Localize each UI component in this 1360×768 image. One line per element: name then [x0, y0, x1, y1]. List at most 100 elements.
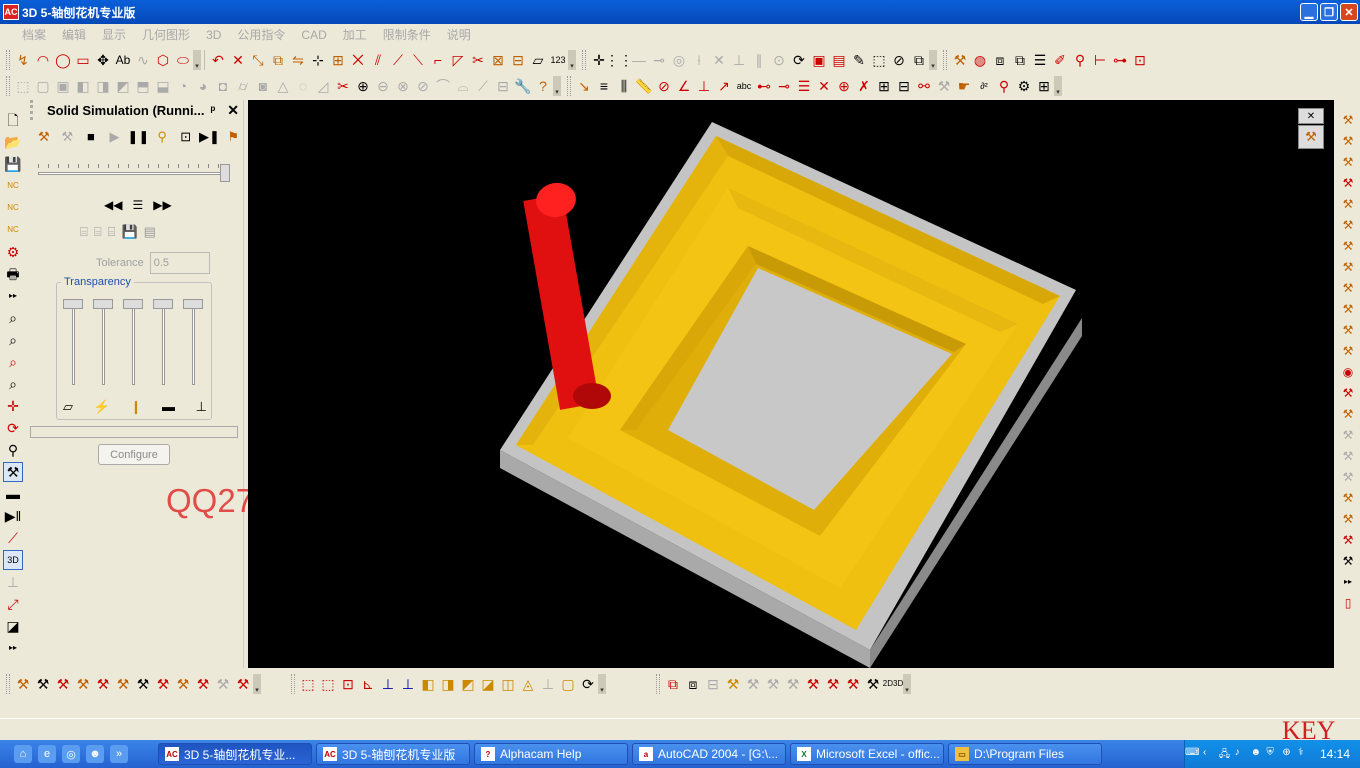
- pan-view-icon[interactable]: ✛: [3, 396, 23, 416]
- axis-xyz-icon[interactable]: ⊥: [378, 674, 398, 694]
- tool-view-icon[interactable]: ⚲: [152, 126, 172, 146]
- fillet-3d-icon[interactable]: ⌒: [433, 76, 453, 96]
- pointer-icon[interactable]: ☛: [954, 76, 974, 96]
- transparency-slider-fixture[interactable]: [153, 299, 173, 389]
- view-orbit-icon[interactable]: ⟳: [578, 674, 598, 694]
- network-icon[interactable]: 🖧: [1219, 747, 1231, 761]
- zoom-all-icon[interactable]: ⌕: [3, 308, 23, 328]
- lines-icon[interactable]: ☰: [1030, 50, 1050, 70]
- sphere-icon[interactable]: ◙: [253, 76, 273, 96]
- window-disabled-1-icon[interactable]: ⚒: [743, 674, 763, 694]
- transparency-slider-stock[interactable]: [63, 299, 83, 389]
- move-icon[interactable]: ⤡: [248, 50, 268, 70]
- surface-icon[interactable]: ◩: [113, 76, 133, 96]
- undo-icon[interactable]: ↶: [208, 50, 228, 70]
- measure-icon[interactable]: ⊘: [889, 50, 909, 70]
- dim-text-icon[interactable]: abc: [734, 76, 754, 96]
- shell-icon[interactable]: ⊘: [413, 76, 433, 96]
- browser-icon[interactable]: ◎: [62, 745, 80, 763]
- trim-icon[interactable]: ⨉: [348, 50, 368, 70]
- toolbar-grip[interactable]: [291, 674, 295, 694]
- delete-icon[interactable]: ✕: [228, 50, 248, 70]
- axis-up-icon[interactable]: ⊥: [398, 674, 418, 694]
- update-icon[interactable]: ⊕: [1282, 747, 1294, 761]
- help-icon[interactable]: ?: [533, 76, 553, 96]
- scale-view-icon[interactable]: ⤢: [3, 594, 23, 614]
- polyline-icon[interactable]: ↯: [13, 50, 33, 70]
- view-left-icon[interactable]: ◩: [458, 674, 478, 694]
- op-10-icon[interactable]: ⚒: [193, 674, 213, 694]
- copy-layer-icon[interactable]: ⧉: [909, 50, 929, 70]
- cube-iso-icon[interactable]: ◨: [93, 76, 113, 96]
- line-tool-icon[interactable]: ⟋: [3, 528, 23, 548]
- open-file-icon[interactable]: 📂: [3, 132, 23, 152]
- op-4-icon[interactable]: ⚒: [73, 674, 93, 694]
- dim-aligned-icon[interactable]: ≡: [594, 76, 614, 96]
- zoom-in-icon[interactable]: ⌕: [3, 352, 23, 372]
- sort-icon[interactable]: ⊞: [1034, 76, 1054, 96]
- volume-icon[interactable]: ♪: [1235, 747, 1247, 761]
- view-axis-icon[interactable]: ⊥: [538, 674, 558, 694]
- window-op-4-icon[interactable]: ⚒: [863, 674, 883, 694]
- window-op-2-icon[interactable]: ⚒: [823, 674, 843, 694]
- cone-icon[interactable]: △: [273, 76, 293, 96]
- group-icon[interactable]: ⊠: [488, 50, 508, 70]
- axis-icon[interactable]: ⊥: [3, 572, 23, 592]
- tool-icon[interactable]: ⚒: [934, 76, 954, 96]
- transparency-slider-model[interactable]: [183, 299, 203, 389]
- 3d-view-icon[interactable]: 3D: [3, 550, 23, 570]
- tool-holder-icon[interactable]: ▬: [3, 484, 23, 504]
- loft-icon[interactable]: ◕: [193, 76, 213, 96]
- close-button[interactable]: ✕: [1340, 3, 1358, 21]
- dim-delete-icon[interactable]: ✗: [854, 76, 874, 96]
- clock[interactable]: 14:14: [1320, 747, 1350, 761]
- taskbar-button-autocad[interactable]: a AutoCAD 2004 - [G:\...: [632, 743, 786, 765]
- menu-cad[interactable]: CAD: [293, 28, 334, 42]
- window-layer-icon[interactable]: ⚒: [723, 674, 743, 694]
- dim-linear-icon[interactable]: ↘: [574, 76, 594, 96]
- drill-icon[interactable]: ⚒: [1338, 173, 1358, 193]
- dim-list-icon[interactable]: ☰: [794, 76, 814, 96]
- viewport-close-icon[interactable]: ✕: [1298, 108, 1324, 124]
- subtract-icon[interactable]: ⊖: [373, 76, 393, 96]
- save-state-icon[interactable]: 💾: [121, 224, 137, 240]
- pause-icon[interactable]: ❚❚: [127, 126, 149, 146]
- taskbar-button-folder[interactable]: ▭ D:\Program Files: [948, 743, 1102, 765]
- slider-thumb[interactable]: [153, 299, 173, 309]
- pocket-icon[interactable]: ⚒: [1338, 152, 1358, 172]
- machine-icon[interactable]: ⚙: [3, 242, 23, 262]
- profile-icon[interactable]: ⚒: [1338, 131, 1358, 151]
- stop-icon[interactable]: ■: [81, 126, 101, 146]
- window-cascade-icon[interactable]: ⧈: [683, 674, 703, 694]
- taskbar-button-alphacam-1[interactable]: AC 3D 5-轴刨花机专业...: [158, 743, 312, 765]
- toolbar-dropdown-icon[interactable]: ▾: [253, 674, 261, 694]
- wrench-icon[interactable]: 🔧: [513, 76, 533, 96]
- cut-path-icon[interactable]: ⚒: [1338, 236, 1358, 256]
- circle-icon[interactable]: ◯: [53, 50, 73, 70]
- number-icon[interactable]: 123: [548, 50, 568, 70]
- minimize-button[interactable]: ▁: [1300, 3, 1318, 21]
- ie-icon[interactable]: e: [38, 745, 56, 763]
- toolbar-dropdown-icon[interactable]: ▾: [553, 76, 561, 96]
- panel-close-icon[interactable]: ✕: [223, 102, 243, 119]
- disabled-op-1-icon[interactable]: ⚒: [1338, 425, 1358, 445]
- tool-change-icon[interactable]: ⚒: [1338, 341, 1358, 361]
- title-bar[interactable]: AC 3D 5-轴刨花机专业版 ▁ ❐ ✕: [0, 0, 1360, 24]
- simulate-start-icon[interactable]: ⚒: [34, 126, 54, 146]
- section-icon[interactable]: ⊟: [493, 76, 513, 96]
- grid-icon[interactable]: ⋮⋮: [605, 50, 633, 70]
- menu-edit[interactable]: 编辑: [54, 26, 94, 43]
- draw-icon[interactable]: ✎: [849, 50, 869, 70]
- pen-icon[interactable]: ✐: [1050, 50, 1070, 70]
- lead-in-icon[interactable]: ⚒: [1338, 278, 1358, 298]
- configure-button[interactable]: Configure: [98, 444, 170, 465]
- op-8-icon[interactable]: ⚒: [153, 674, 173, 694]
- snap-intersect-icon[interactable]: ✕: [709, 50, 729, 70]
- op-11-icon[interactable]: ⚒: [213, 674, 233, 694]
- transparency-slider-holder[interactable]: [123, 299, 143, 389]
- nc-icon[interactable]: NC: [3, 176, 23, 196]
- menu-help[interactable]: 说明: [439, 26, 479, 43]
- offset-icon[interactable]: ⊹: [308, 50, 328, 70]
- engrave-icon[interactable]: ⚒: [1338, 194, 1358, 214]
- view-back-icon[interactable]: ◨: [438, 674, 458, 694]
